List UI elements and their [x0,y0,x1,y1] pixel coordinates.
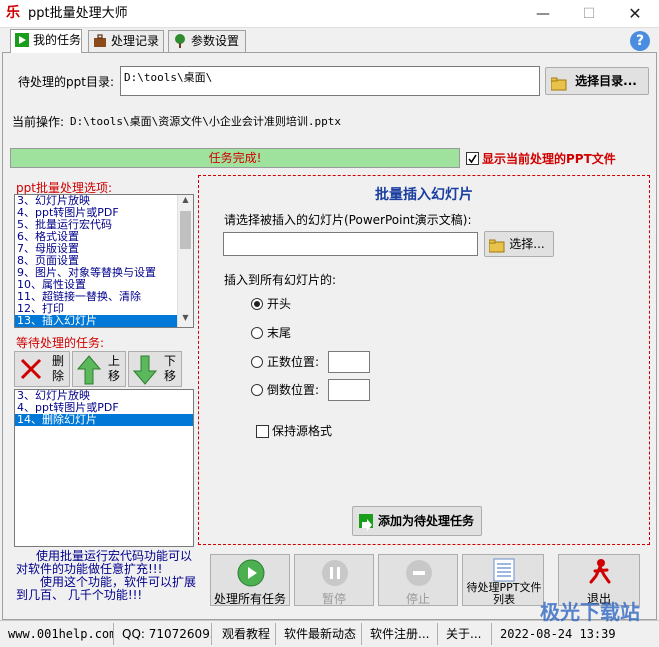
current-op-value: D:\tools\桌面\资源文件\小企业会计准则培训.pptx [70,115,341,128]
list-item[interactable]: 13、插入幻灯片 [15,315,193,327]
options-scrollbar[interactable]: ▲ ▼ [177,195,193,327]
current-op-label: 当前操作: [12,115,65,129]
insert-slides-panel [198,175,650,545]
choose-dir-button[interactable]: 选择目录... [545,67,649,95]
choose-dir-label: 选择目录... [575,74,637,88]
tab-label: 处理记录 [111,34,160,48]
status-qq: QQ: 710726095 [116,623,212,645]
tab-label: 参数设置 [191,34,240,48]
green-play-icon [237,559,265,590]
list-item[interactable]: 9、图片、对象等替换与设置 [15,267,193,279]
about-link[interactable]: 关于... [440,623,492,645]
folder-icon [550,74,567,100]
tab-label: 我的任务 [33,33,82,47]
tab-records[interactable]: 处理记录 [88,30,164,52]
move-down-button[interactable]: 下移 [128,351,182,387]
select-file-label: 选择... [509,237,545,251]
forward-position-input[interactable] [328,351,370,373]
tab-my-tasks[interactable]: 我的任务 [10,29,82,53]
radio-forward-label: 正数位置: [267,355,320,369]
run-all-button[interactable]: 处理所有任务 [210,554,290,606]
pause-icon [321,559,349,590]
app-logo-icon: 乐 [6,5,20,21]
file-list-button[interactable]: 待处理PPT文件列表 [462,554,544,606]
maximize-button[interactable]: ☐ [566,0,612,28]
green-up-arrow-icon [76,355,102,388]
options-list[interactable]: 3、幻灯片放映 4、ppt转图片或PDF 5、批量运行宏代码 6、格式设置 7、母版设置… [14,194,194,328]
pause-label: 暂停 [321,592,346,606]
move-up-label: 上移 [107,354,120,383]
list-item[interactable]: 14、删除幻灯片 [15,414,193,426]
delete-label: 删除 [51,354,64,383]
list-item[interactable]: 7、母版设置 [15,243,193,255]
insert-file-input[interactable] [223,232,478,256]
list-item[interactable]: 4、ppt转图片或PDF [15,207,193,219]
radio-end[interactable] [251,327,263,339]
progress-text: 任务完成! [208,151,262,165]
note-line-4: 到几百、 几千个功能!!! [16,588,143,602]
help-icon[interactable]: ? [630,31,650,51]
insert-title: 批量插入幻灯片 [375,187,473,203]
backward-position-input[interactable] [328,379,370,401]
list-item[interactable]: 12、打印 [15,303,193,315]
move-down-label: 下移 [163,354,176,383]
tutorial-link[interactable]: 观看教程 [214,623,276,645]
radio-start-label: 开头 [267,297,292,311]
stop-button[interactable]: 停止 [378,554,458,606]
delete-button[interactable]: 删除 [14,351,70,387]
list-item[interactable]: 3、幻灯片放映 [15,390,193,402]
status-datetime: 2022-08-24 13:39 [500,627,616,641]
play-icon [15,33,29,47]
watermark-logo: 极光下载站 [540,600,640,624]
stop-label: 停止 [405,592,430,606]
list-item[interactable]: 6、格式设置 [15,231,193,243]
red-x-icon [20,358,42,383]
move-up-button[interactable]: 上移 [72,351,126,387]
radio-forward[interactable] [251,356,263,368]
window-title: ppt批量处理大师 [28,6,128,21]
radio-start[interactable] [251,298,263,310]
list-item[interactable]: 5、批量运行宏代码 [15,219,193,231]
pause-button[interactable]: 暂停 [294,554,374,606]
stop-icon [405,559,433,590]
dir-label: 待处理的ppt目录: [18,75,114,89]
list-item[interactable]: 11、超链接一替换、清除 [15,291,193,303]
list-item[interactable]: 3、幻灯片放映 [15,195,193,207]
news-link[interactable]: 软件最新动态 [278,623,362,645]
green-down-arrow-icon [132,355,158,388]
pending-label: 等待处理的任务: [16,336,105,350]
dir-input[interactable]: D:\tools\桌面\ [120,66,540,96]
show-current-checkbox[interactable] [466,152,479,165]
run-all-label: 处理所有任务 [213,592,286,606]
add-task-button[interactable]: 添加为待处理任务 [352,506,482,536]
list-item[interactable]: 8、页面设置 [15,255,193,267]
radio-end-label: 末尾 [267,326,292,340]
keep-format-checkbox[interactable] [256,425,269,438]
folder-icon [488,237,505,261]
select-file-button[interactable]: 选择... [484,231,554,257]
briefcase-icon [93,34,107,48]
arrow-right-icon [359,514,373,531]
radio-backward[interactable] [251,384,263,396]
tree-icon [173,34,187,48]
list-item[interactable]: 10、属性设置 [15,279,193,291]
position-label: 插入到所有幻灯片的: [224,273,337,287]
register-link[interactable]: 软件注册... [364,623,438,645]
progress-bar: 任务完成! [10,148,460,168]
show-current-label: 显示当前处理的PPT文件 [482,152,616,166]
minimize-button[interactable]: — [520,0,566,28]
tab-settings[interactable]: 参数设置 [168,30,246,52]
list-item[interactable]: 4、ppt转图片或PDF [15,402,193,414]
pending-list[interactable]: 3、幻灯片放映 4、ppt转图片或PDF 14、删除幻灯片 [14,389,194,547]
status-website[interactable]: www.001help.com [2,623,114,645]
insert-prompt: 请选择被插入的幻灯片(PowerPoint演示文稿): [224,213,472,227]
close-button[interactable]: ✕ [612,0,658,28]
keep-format-label: 保持源格式 [272,424,333,438]
radio-backward-label: 倒数位置: [267,383,320,397]
file-list-label: 待处理PPT文件列表 [466,581,542,606]
running-man-icon [587,558,613,589]
add-task-label: 添加为待处理任务 [377,514,474,528]
